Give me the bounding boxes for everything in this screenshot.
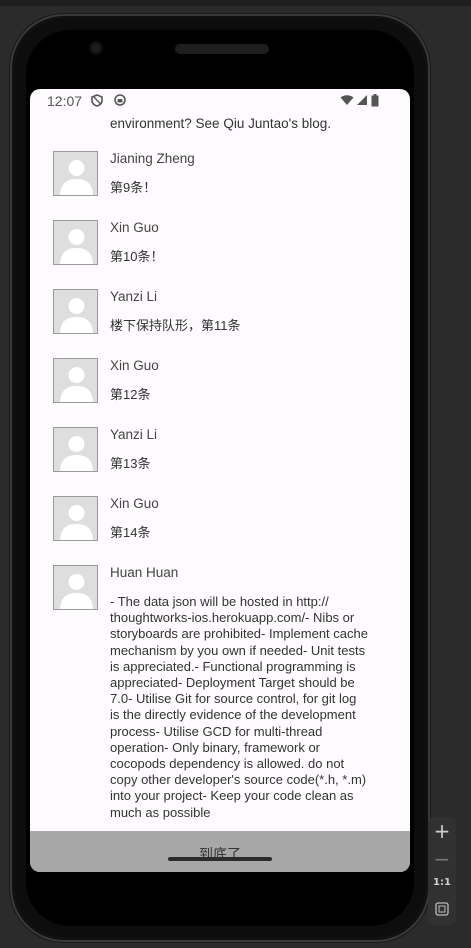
message-line: copy other developer's source code(*.h, … — [110, 772, 367, 788]
author-name: Huan Huan — [110, 565, 179, 580]
message-text: 第13条 — [110, 456, 151, 471]
message-text: 第14条 — [110, 525, 151, 540]
author-name: Xin Guo — [110, 496, 159, 511]
avatar — [53, 151, 98, 196]
volume-rocker[interactable] — [436, 372, 440, 482]
emulator-zoom-panel: + − 1:1 — [428, 817, 456, 925]
message-text: - The data json will be hosted in http:/… — [110, 594, 390, 821]
message-line: mechanism by you own if needed- Unit tes… — [110, 642, 366, 658]
author-name: Xin Guo — [110, 220, 159, 235]
zoom-in-button[interactable]: + — [428, 819, 456, 843]
message-line: - The data json will be hosted in http:/… — [110, 594, 329, 609]
power-button[interactable] — [436, 252, 440, 306]
battery-icon — [371, 94, 379, 111]
message-line: cocopods dependency is allowed. do not — [110, 756, 345, 772]
message-text: 第12条 — [110, 387, 151, 402]
avatar — [53, 565, 98, 610]
zoom-out-button[interactable]: − — [428, 847, 456, 871]
status-time: 12:07 — [47, 93, 83, 109]
status-bar: 12:07 — [30, 89, 410, 113]
footer-label: 到底了 — [199, 847, 241, 863]
home-indicator[interactable] — [168, 857, 272, 861]
author-name: Jianing Zheng — [110, 151, 195, 166]
wifi-icon — [340, 94, 354, 110]
device-screen: 12:07 environment? See Qiu Juntao's blog… — [30, 89, 410, 872]
message-line: storyboards are prohibited- Implement ca… — [110, 626, 368, 642]
message-line: is the directly evidence of the developm… — [110, 707, 356, 723]
avatar — [53, 496, 98, 541]
front-camera — [89, 41, 103, 55]
frame-icon[interactable] — [428, 901, 456, 920]
message-line: thoughtworks-ios.herokuapp.com/- Nibs or — [110, 610, 355, 626]
message-line: operation- Only binary, framework or — [110, 739, 321, 755]
message-line: process- Utilise GCD for multi-thread — [110, 723, 323, 739]
avatar — [53, 358, 98, 403]
avatar — [53, 289, 98, 334]
author-name: Yanzi Li — [110, 289, 158, 304]
shield-icon — [91, 94, 103, 111]
message-line: appreciated- Deployment Target should be — [110, 675, 355, 691]
message-line: 7.0- Utilise Git for source control, for… — [110, 691, 357, 707]
author-name: Yanzi Li — [110, 427, 158, 442]
earpiece-speaker — [175, 44, 269, 54]
message-text: 第9条！ — [110, 180, 157, 195]
message-text: 楼下保持队形，第11条 — [110, 318, 241, 333]
feed-list[interactable]: environment? See Qiu Juntao's blog. Jian… — [30, 113, 410, 831]
end-of-list-footer: 到底了 — [30, 831, 410, 872]
message-line: into your project- Keep your code clean … — [110, 788, 354, 804]
avatar — [53, 220, 98, 265]
list-item-text-partial: environment? See Qiu Juntao's blog. — [110, 116, 331, 131]
zoom-actual-size-button[interactable]: 1:1 — [428, 877, 456, 888]
message-text: 第10条！ — [110, 249, 164, 264]
author-name: Xin Guo — [110, 358, 159, 373]
message-line: is appreciated.- Functional programming … — [110, 658, 356, 674]
avatar — [53, 427, 98, 472]
emulator-toolbar-edge — [0, 0, 471, 6]
android-icon — [114, 94, 126, 110]
signal-icon — [356, 94, 368, 110]
message-line: much as possible — [110, 804, 211, 820]
